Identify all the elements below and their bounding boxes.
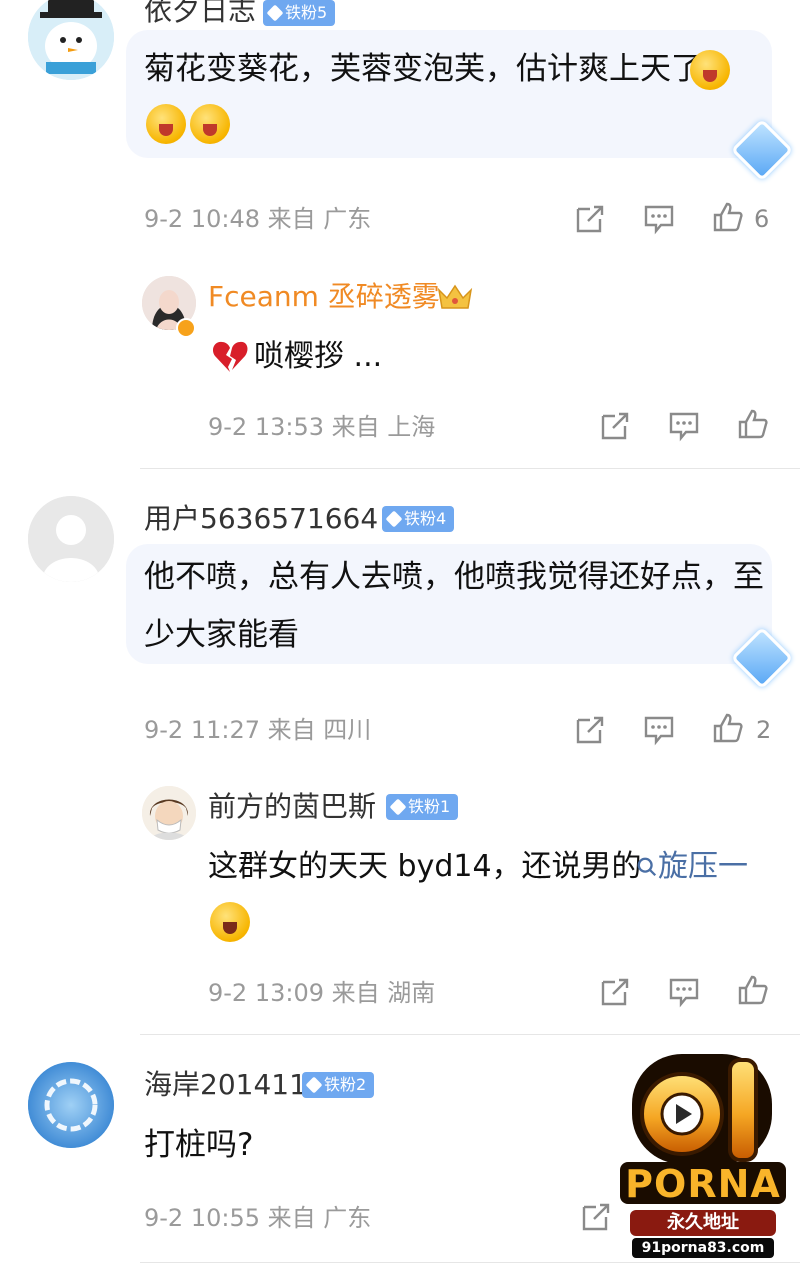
comment-icon[interactable] (643, 714, 675, 746)
like-icon[interactable] (737, 408, 769, 440)
fan-badge: 铁粉4 (382, 506, 455, 532)
comment-text: 他不喷，总有人去喷，他喷我觉得还好点，至 (144, 559, 764, 595)
fan-badge: 铁粉5 (263, 0, 336, 26)
fan-badge: 铁粉2 (302, 1072, 375, 1098)
like-count: 2 (756, 716, 772, 744)
comment-meta: 9-2 10:55 来自 广东 (144, 1204, 372, 1232)
comment-meta: 9-2 11:27 来自 四川 (144, 716, 372, 744)
logo-url: 91porna83.com (641, 1240, 765, 1256)
reply-avatar[interactable] (142, 786, 196, 840)
reply-username[interactable]: Fceanm 丞碎透雾 (208, 280, 440, 314)
share-icon[interactable] (599, 410, 631, 442)
divider (140, 468, 800, 469)
avatar[interactable] (28, 1062, 114, 1148)
emoji-icon (146, 104, 186, 144)
share-icon[interactable] (574, 203, 606, 235)
broken-heart-icon (212, 341, 248, 372)
comment-icon[interactable] (643, 203, 675, 235)
diamond-icon (389, 798, 407, 816)
reply-text: 唢樱拶 ... (254, 339, 383, 374)
laughing-crying-emoji-icon (210, 902, 250, 942)
search-link[interactable]: 旋压一 (636, 838, 748, 896)
comment-text: 菊花变葵花，芙蓉变泡芙，估计爽上天了 (144, 51, 702, 87)
share-icon[interactable] (574, 714, 606, 746)
diamond-icon (266, 4, 284, 22)
comment-meta: 9-2 10:48 来自 广东 (144, 205, 372, 233)
watermark-logo: 91 PORNA 永久地址 91porna83.com (612, 1050, 794, 1260)
crown-icon (437, 284, 473, 309)
verified-icon (176, 318, 196, 338)
like-count: 6 (754, 205, 770, 233)
divider (140, 1034, 800, 1035)
diamond-icon (305, 1076, 323, 1094)
reply-username[interactable]: 前方的茵巴斯 (208, 790, 376, 824)
comment-icon[interactable] (668, 410, 700, 442)
logo-tagline: 永久地址 (667, 1212, 739, 1233)
divider (140, 1262, 800, 1263)
comment-text: 打桩吗? (144, 1127, 254, 1163)
reply-meta: 9-2 13:09 来自 湖南 (208, 979, 436, 1007)
logo-brand: PORNA (625, 1162, 781, 1206)
share-icon[interactable] (599, 976, 631, 1008)
like-icon[interactable] (712, 712, 744, 744)
reply-meta: 9-2 13:53 来自 上海 (208, 413, 436, 441)
avatar[interactable] (28, 0, 114, 80)
avatar[interactable] (28, 496, 114, 582)
comment-icon[interactable] (668, 976, 700, 1008)
search-icon (637, 857, 657, 877)
reply-text: 这群女的天天 byd14，还说男的 (208, 849, 642, 884)
comment-text: 少大家能看 (144, 617, 299, 653)
diamond-icon (385, 510, 403, 528)
username[interactable]: 海岸201411 (144, 1068, 307, 1102)
emoji-icon (690, 50, 730, 90)
emoji-icon (190, 104, 230, 144)
like-icon[interactable] (737, 974, 769, 1006)
username[interactable]: 用户5636571664 (144, 502, 378, 536)
username[interactable]: 依夕日志 (144, 0, 256, 28)
like-icon[interactable] (712, 201, 744, 233)
fan-badge: 铁粉1 (386, 794, 459, 820)
share-icon[interactable] (580, 1201, 612, 1233)
